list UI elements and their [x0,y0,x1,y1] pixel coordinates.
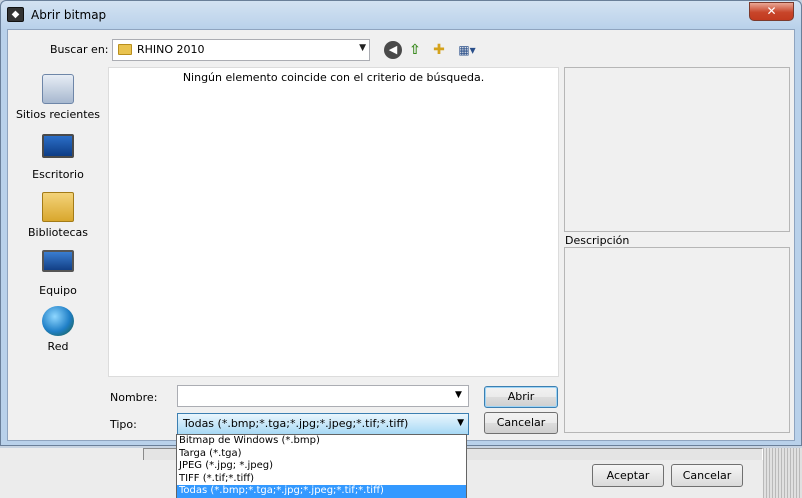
dialog-client: Buscar en: RHINO 2010 ▼ ◀ ⇧ ✚ ▦▾ Sitios … [7,29,795,441]
close-button[interactable]: ✕ [749,2,794,21]
place-label: Bibliotecas [27,226,89,239]
file-type-option[interactable]: JPEG (*.jpg; *.jpeg) [177,460,466,473]
place-desktop[interactable]: Escritorio [8,134,108,181]
file-type-option[interactable]: Targa (*.tga) [177,448,466,461]
file-type-label: Tipo: [110,418,137,431]
place-label: Sitios recientes [15,108,101,121]
preview-pane [564,67,790,232]
computer-icon [42,250,74,272]
chevron-down-icon: ▼ [359,43,366,53]
file-type-combo[interactable]: Todas (*.bmp;*.tga;*.jpg;*.jpeg;*.tif;*.… [177,413,469,435]
network-icon [42,306,74,336]
parent-cancel-button[interactable]: Cancelar [671,464,743,487]
view-menu-icon[interactable]: ▦▾ [454,41,480,59]
file-name-label: Nombre: [110,391,158,404]
desktop-icon [42,134,74,158]
parent-dialog-edge [763,448,802,498]
cancel-button[interactable]: Cancelar [484,412,558,434]
recent-places-icon [42,74,74,104]
file-type-dropdown[interactable]: Bitmap de Windows (*.bmp) Targa (*.tga) … [176,434,467,498]
file-type-option[interactable]: TIFF (*.tif;*.tiff) [177,473,466,486]
title-bar[interactable]: ◆ Abrir bitmap ✕ [1,1,801,29]
look-in-combo[interactable]: RHINO 2010 ▼ [112,39,370,61]
place-network[interactable]: Red [8,306,108,353]
empty-message: Ningún elemento coincide con el criterio… [182,71,485,84]
look-in-value: RHINO 2010 [137,43,205,56]
chevron-down-icon: ▼ [457,418,464,428]
back-arrow-icon[interactable]: ◀ [384,41,402,59]
open-bitmap-dialog: ◆ Abrir bitmap ✕ Buscar en: RHINO 2010 ▼… [0,0,802,446]
file-type-value: Todas (*.bmp;*.tga;*.jpg;*.jpeg;*.tif;*.… [183,417,409,430]
folder-icon [118,44,132,55]
chevron-down-icon[interactable]: ▼ [455,390,462,400]
description-label: Descripción [565,234,630,247]
place-libraries[interactable]: Bibliotecas [8,192,108,239]
parent-accept-button[interactable]: Aceptar [592,464,664,487]
file-list[interactable]: Ningún elemento coincide con el criterio… [108,67,559,377]
place-label: Escritorio [32,168,84,181]
file-name-input[interactable] [177,385,469,407]
file-type-option[interactable]: Todas (*.bmp;*.tga;*.jpg;*.jpeg;*.tif;*.… [177,485,466,498]
open-button[interactable]: Abrir [484,386,558,408]
place-label: Equipo [39,284,77,297]
file-type-option[interactable]: Bitmap de Windows (*.bmp) [177,435,466,448]
window-title: Abrir bitmap [31,8,107,22]
rhino-app-icon: ◆ [7,7,24,22]
place-recent[interactable]: Sitios recientes [8,74,108,121]
up-folder-icon[interactable]: ⇧ [406,41,424,59]
description-box [564,247,790,433]
new-folder-icon[interactable]: ✚ [430,41,448,59]
place-computer[interactable]: Equipo [8,250,108,297]
libraries-icon [42,192,74,222]
place-label: Red [47,340,69,353]
look-in-label: Buscar en: [50,43,109,56]
